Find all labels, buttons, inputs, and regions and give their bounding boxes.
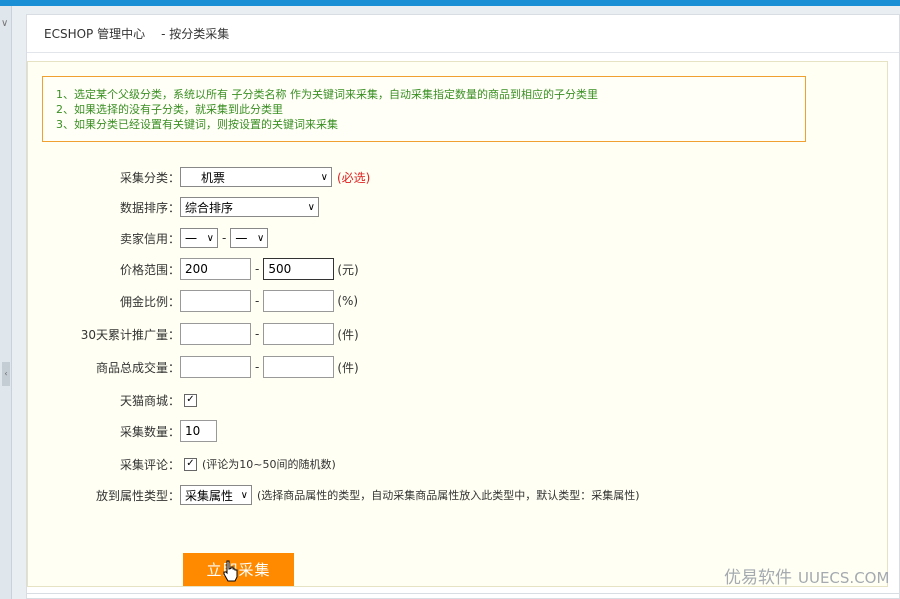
- price-from-input[interactable]: [180, 258, 251, 280]
- tmall-label: 天猫商城：: [119, 393, 180, 408]
- category-select[interactable]: 机票 ∨: [180, 167, 332, 187]
- reviews-checkbox[interactable]: ✓: [184, 457, 197, 471]
- promo30-to-input[interactable]: [263, 323, 335, 345]
- chevron-down-icon: ∨: [206, 232, 214, 244]
- sort-row: 数据排序： 综合排序 ∨: [28, 196, 319, 218]
- category-row: 采集分类： 机票 ∨ (必选): [28, 166, 370, 188]
- promo30-unit: (件): [337, 327, 359, 342]
- attr-type-label: 放到属性类型：: [95, 488, 180, 503]
- promo30-from-input[interactable]: [180, 323, 251, 345]
- left-sidebar-strip: ∨ ‹: [0, 6, 12, 599]
- range-dash: -: [255, 294, 260, 308]
- tmall-row: 天猫商城： ✓: [28, 389, 197, 411]
- count-label: 采集数量：: [119, 424, 180, 439]
- notice-line: 1、选定某个父级分类，系统以所有 子分类名称 作为关键词来采集，自动采集指定数量…: [56, 88, 598, 101]
- hand-cursor-icon: [223, 560, 238, 582]
- commission-unit: (%): [337, 294, 359, 308]
- tmall-checkbox[interactable]: ✓: [184, 393, 197, 407]
- commission-row: 佣金比例： - (%): [28, 290, 358, 312]
- chevron-down-icon: ∨: [257, 232, 265, 244]
- range-dash: -: [222, 231, 227, 245]
- attr-type-value: 采集属性: [185, 488, 234, 503]
- count-row: 采集数量：: [28, 420, 217, 442]
- app-title: ECSHOP 管理中心: [44, 27, 146, 41]
- credit-to-select[interactable]: 一 ∨: [230, 228, 269, 248]
- chevron-down-icon: ∨: [240, 489, 248, 501]
- total-sales-unit: (件): [337, 360, 359, 375]
- sidebar-collapse-handle[interactable]: ‹: [2, 362, 10, 386]
- credit-from-select[interactable]: 一 ∨: [180, 228, 218, 248]
- commission-label: 佣金比例：: [119, 294, 180, 309]
- attr-type-select[interactable]: 采集属性 ∨: [180, 485, 252, 505]
- commission-from-input[interactable]: [180, 290, 251, 312]
- sort-select[interactable]: 综合排序 ∨: [180, 197, 319, 217]
- instructions-notice: 1、选定某个父级分类，系统以所有 子分类名称 作为关键词来采集，自动采集指定数量…: [42, 76, 806, 142]
- form-area: 1、选定某个父级分类，系统以所有 子分类名称 作为关键词来采集，自动采集指定数量…: [27, 61, 888, 587]
- watermark-logo: 优易软件 UUECS.COM: [724, 563, 889, 588]
- total-sales-row: 商品总成交量： - (件): [28, 356, 359, 378]
- price-unit: (元): [337, 262, 359, 277]
- chevron-down-icon[interactable]: ∨: [1, 18, 11, 29]
- price-row: 价格范围： - (元): [28, 258, 359, 280]
- commission-to-input[interactable]: [263, 290, 335, 312]
- attr-type-hint: (选择商品属性的类型，自动采集商品属性放入此类型中，默认类型：采集属性): [257, 489, 640, 502]
- sort-label: 数据排序：: [119, 200, 180, 215]
- total-sales-from-input[interactable]: [180, 356, 251, 378]
- sort-select-value: 综合排序: [185, 200, 234, 215]
- category-label: 采集分类：: [119, 170, 180, 185]
- promo30-label: 30天累计推广量：: [80, 327, 180, 342]
- range-dash: -: [255, 327, 260, 341]
- watermark-en: UUECS.COM: [798, 569, 890, 587]
- count-input[interactable]: [180, 420, 217, 442]
- main-panel: ECSHOP 管理中心 - 按分类采集 1、选定某个父级分类，系统以所有 子分类…: [26, 14, 900, 599]
- chevron-down-icon: ∨: [320, 171, 328, 183]
- credit-to-value: 一: [235, 231, 248, 246]
- range-dash: -: [255, 360, 260, 374]
- promo30-row: 30天累计推广量： - (件): [28, 323, 359, 345]
- price-to-input[interactable]: [263, 258, 335, 280]
- chevron-down-icon: ∨: [307, 201, 315, 213]
- credit-row: 卖家信用： 一 ∨ - 一 ∨: [28, 227, 269, 249]
- panel-bottom-border: [26, 593, 900, 594]
- credit-label: 卖家信用：: [119, 231, 180, 246]
- page-title: - 按分类采集: [161, 27, 230, 41]
- page-header: ECSHOP 管理中心 - 按分类采集: [27, 15, 899, 53]
- required-note: (必选): [337, 170, 371, 185]
- category-select-value: 机票: [201, 170, 226, 185]
- reviews-hint: (评论为10~50间的随机数): [202, 458, 336, 471]
- range-dash: -: [255, 262, 260, 276]
- reviews-row: 采集评论： ✓ (评论为10~50间的随机数): [28, 453, 336, 475]
- credit-from-value: 一: [185, 231, 198, 246]
- top-accent-bar: [0, 0, 900, 6]
- total-sales-label: 商品总成交量：: [95, 360, 180, 375]
- price-label: 价格范围：: [119, 262, 180, 277]
- watermark-cn: 优易软件: [724, 568, 792, 588]
- total-sales-to-input[interactable]: [263, 356, 335, 378]
- attr-type-row: 放到属性类型： 采集属性 ∨ (选择商品属性的类型，自动采集商品属性放入此类型中…: [28, 484, 640, 506]
- reviews-label: 采集评论：: [119, 457, 180, 472]
- notice-line: 3、如果分类已经设置有关键词，则按设置的关键词来采集: [56, 118, 338, 131]
- notice-line: 2、如果选择的没有子分类，就采集到此分类里: [56, 103, 283, 116]
